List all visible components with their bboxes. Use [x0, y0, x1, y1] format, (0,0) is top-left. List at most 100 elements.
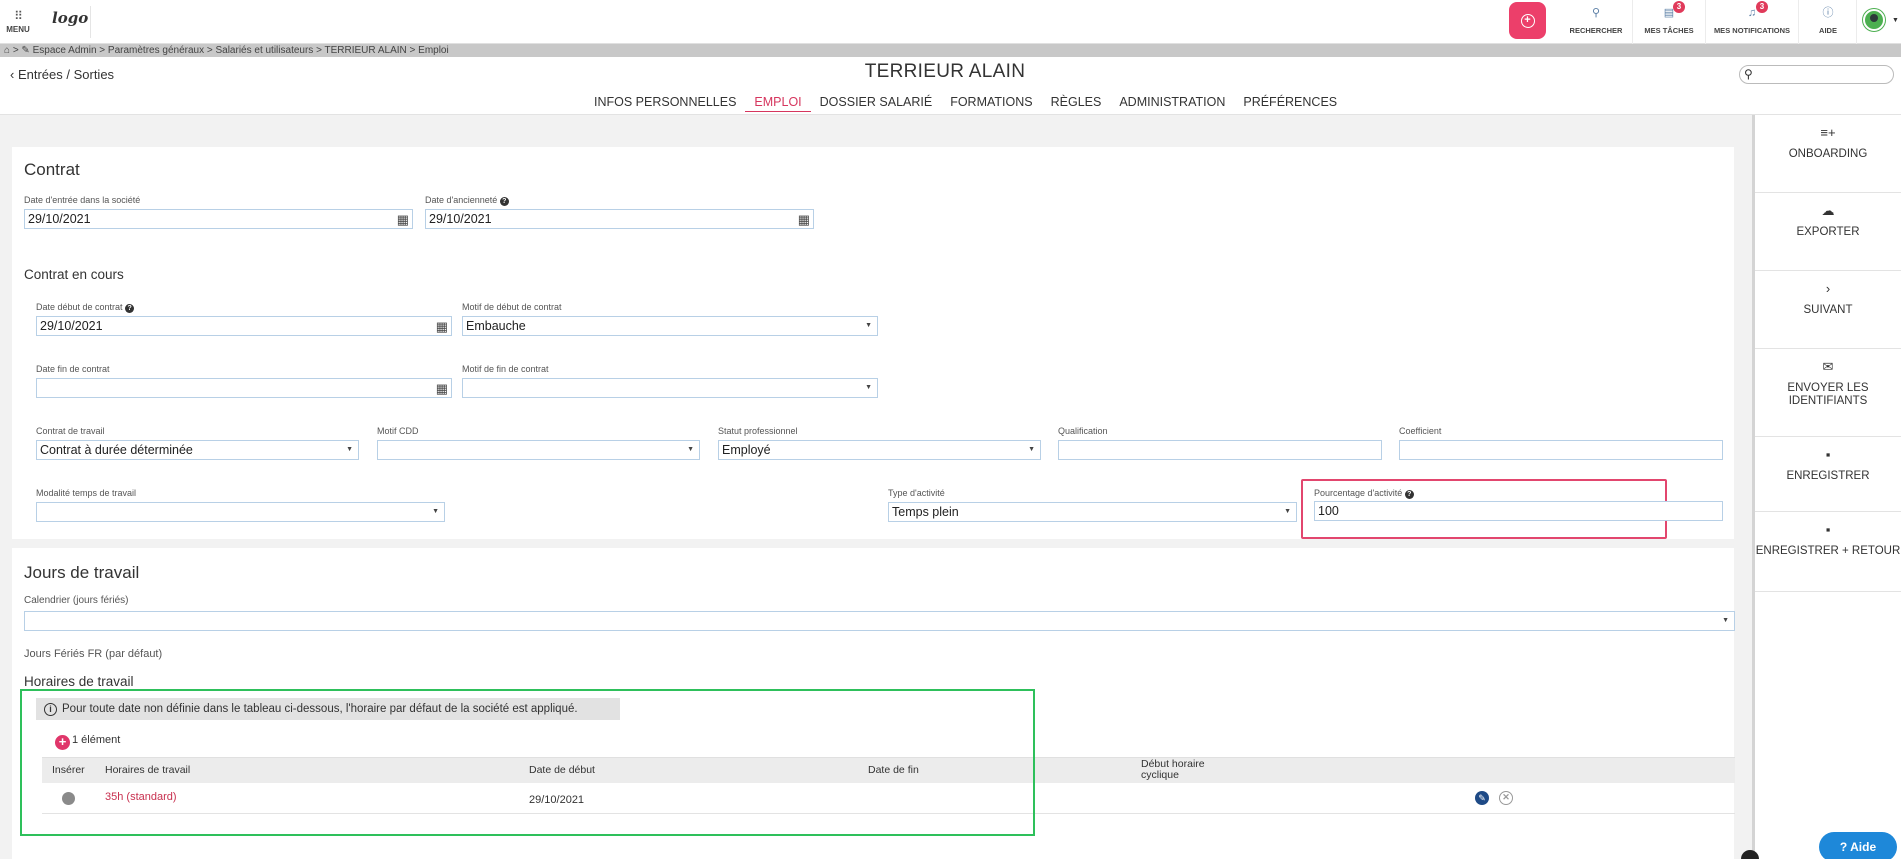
date-anciennete-value: 29/10/2021 [429, 212, 492, 226]
search-icon: ⚲ [1591, 7, 1601, 19]
calendar-icon[interactable]: ▦ [397, 211, 409, 228]
help-button[interactable]: ⓘ AIDE [1800, 0, 1856, 44]
date-entree-label: Date d'entrée dans la société [24, 195, 141, 205]
envelope-icon: ✉ [1822, 359, 1834, 374]
playlist-add-icon: ≡+ [1820, 125, 1836, 140]
date-anciennete-field[interactable]: 29/10/2021 ▦ [425, 209, 814, 229]
next-button[interactable]: › SUIVANT [1755, 281, 1901, 349]
send-credentials-label: ENVOYER LES IDENTIFIANTS [1787, 382, 1869, 407]
statut-select[interactable]: Employé ▼ [718, 440, 1041, 460]
tab-bar: INFOS PERSONNELLES EMPLOI DOSSIER SALARI… [585, 95, 1346, 112]
grid-icon: ⠿ [14, 9, 23, 23]
tab-dossier-salarie[interactable]: DOSSIER SALARIÉ [811, 95, 942, 112]
jours-feries-text: Jours Fériés FR (par défaut) [24, 648, 163, 660]
motif-fin-select[interactable]: ▼ [462, 378, 878, 398]
notifications-badge: 3 [1756, 1, 1768, 13]
question-icon[interactable]: ? [125, 304, 135, 313]
motif-cdd-label: Motif CDD [377, 426, 419, 436]
tab-infos-personnelles[interactable]: INFOS PERSONNELLES [585, 95, 745, 112]
col-debut-horaire-line2: cyclique [1141, 769, 1179, 781]
dropdown-arrow-icon: ▼ [1284, 508, 1291, 515]
page-title: TERRIEUR ALAIN [864, 61, 1026, 82]
calendar-icon[interactable]: ▦ [436, 318, 448, 335]
send-credentials-button[interactable]: ✉ ENVOYER LES IDENTIFIANTS [1755, 359, 1901, 437]
question-icon[interactable]: ? [499, 197, 509, 206]
pourcentage-field[interactable]: 100 [1314, 501, 1723, 521]
divider [1856, 0, 1857, 44]
date-debut-field[interactable]: 29/10/2021 ▦ [36, 316, 452, 336]
dropdown-arrow-icon: ▼ [865, 384, 872, 391]
coefficient-field[interactable] [1399, 440, 1723, 460]
help-label: AIDE [1819, 26, 1837, 35]
section-title-contrat-en-cours: Contrat en cours [24, 267, 124, 282]
save-button[interactable]: ▪ ENREGISTRER [1755, 447, 1901, 512]
logo[interactable]: logo [52, 9, 88, 27]
tab-emploi[interactable]: EMPLOI [745, 95, 811, 112]
motif-cdd-select[interactable]: ▼ [377, 440, 700, 460]
search-button[interactable]: ⚲ RECHERCHER [1560, 0, 1632, 44]
edit-icon[interactable]: ✎ [1475, 791, 1489, 805]
contrat-travail-select[interactable]: Contrat à durée déterminée ▼ [36, 440, 359, 460]
motif-debut-select[interactable]: Embauche ▼ [462, 316, 878, 336]
cloud-upload-icon: ☁ [1821, 203, 1835, 218]
date-debut-label: Date début de contrat ? [36, 302, 135, 313]
calendrier-select[interactable]: ▼ [24, 611, 1735, 631]
next-label: SUIVANT [1803, 304, 1853, 316]
onboarding-label: ONBOARDING [1788, 148, 1868, 160]
delete-icon[interactable]: ✕ [1499, 791, 1513, 805]
menu-button[interactable]: ⠿ MENU [0, 0, 36, 44]
dropdown-arrow-icon: ▼ [346, 446, 353, 453]
dropdown-arrow-icon: ▼ [865, 322, 872, 329]
tasks-icon: ▤ 3 [1633, 1, 1705, 20]
date-fin-field[interactable]: ▦ [36, 378, 452, 398]
dropdown-arrow-icon: ▼ [1028, 446, 1035, 453]
save-return-icon: ▪ [1825, 522, 1831, 537]
date-entree-value: 29/10/2021 [28, 212, 91, 226]
type-activite-value: Temps plein [892, 505, 959, 519]
chevron-down-icon[interactable]: ▼ [1892, 17, 1899, 24]
aide-button-label: Aide [1850, 840, 1877, 854]
search-input[interactable]: ⚲ [1739, 65, 1894, 84]
calendar-icon[interactable]: ▦ [436, 380, 448, 397]
dropdown-arrow-icon: ▼ [687, 446, 694, 453]
calendar-icon[interactable]: ▦ [798, 211, 810, 228]
aide-button[interactable]: ? Aide [1819, 832, 1897, 859]
tab-preferences[interactable]: PRÉFÉRENCES [1234, 95, 1346, 112]
date-anciennete-label-text: Date d'ancienneté [425, 195, 498, 205]
date-debut-value: 29/10/2021 [40, 319, 103, 333]
contrat-section: Contrat Date d'entrée dans la société 29… [12, 147, 1734, 539]
notifications-button[interactable]: ♫ 3 MES NOTIFICATIONS [1706, 0, 1798, 44]
save-label: ENREGISTRER [1786, 470, 1870, 482]
menu-label: MENU [6, 25, 30, 34]
section-title-jours: Jours de travail [24, 563, 140, 582]
notifications-label: MES NOTIFICATIONS [1713, 26, 1791, 35]
export-button[interactable]: ☁ EXPORTER [1755, 203, 1901, 271]
horaires-title: Horaires de travail [24, 674, 134, 689]
modalite-select[interactable]: ▼ [36, 502, 445, 522]
bell-icon: ♫ 3 [1706, 1, 1798, 20]
qualification-field[interactable] [1058, 440, 1382, 460]
plus-circle-icon: + [1520, 14, 1535, 28]
statut-label: Statut professionnel [718, 426, 798, 436]
tasks-button[interactable]: ▤ 3 MES TÂCHES [1633, 0, 1705, 44]
type-activite-select[interactable]: Temps plein ▼ [888, 502, 1297, 522]
save-return-button[interactable]: ▪ ENREGISTRER + RETOUR [1755, 522, 1901, 592]
divider [1798, 0, 1799, 44]
motif-fin-label: Motif de fin de contrat [462, 364, 549, 374]
question-icon[interactable]: ? [1404, 490, 1414, 499]
quick-add-button[interactable]: + [1509, 2, 1546, 39]
tab-administration[interactable]: ADMINISTRATION [1110, 95, 1234, 112]
date-entree-field[interactable]: 29/10/2021 ▦ [24, 209, 413, 229]
onboarding-button[interactable]: ≡+ ONBOARDING [1755, 125, 1901, 193]
type-activite-label: Type d'activité [888, 488, 945, 498]
user-avatar[interactable] [1863, 9, 1885, 31]
search-label: RECHERCHER [1569, 26, 1623, 35]
tab-regles[interactable]: RÈGLES [1042, 95, 1111, 112]
export-label: EXPORTER [1796, 226, 1860, 238]
breadcrumb[interactable]: ⌂ > ✎ Espace Admin > Paramètres généraux… [0, 44, 1901, 57]
main-content: Contrat Date d'entrée dans la société 29… [0, 115, 1750, 859]
qualification-label: Qualification [1058, 426, 1108, 436]
tab-formations[interactable]: FORMATIONS [941, 95, 1041, 112]
calendrier-label: Calendrier (jours fériés) [24, 595, 129, 606]
chevron-right-icon: › [1825, 281, 1831, 296]
